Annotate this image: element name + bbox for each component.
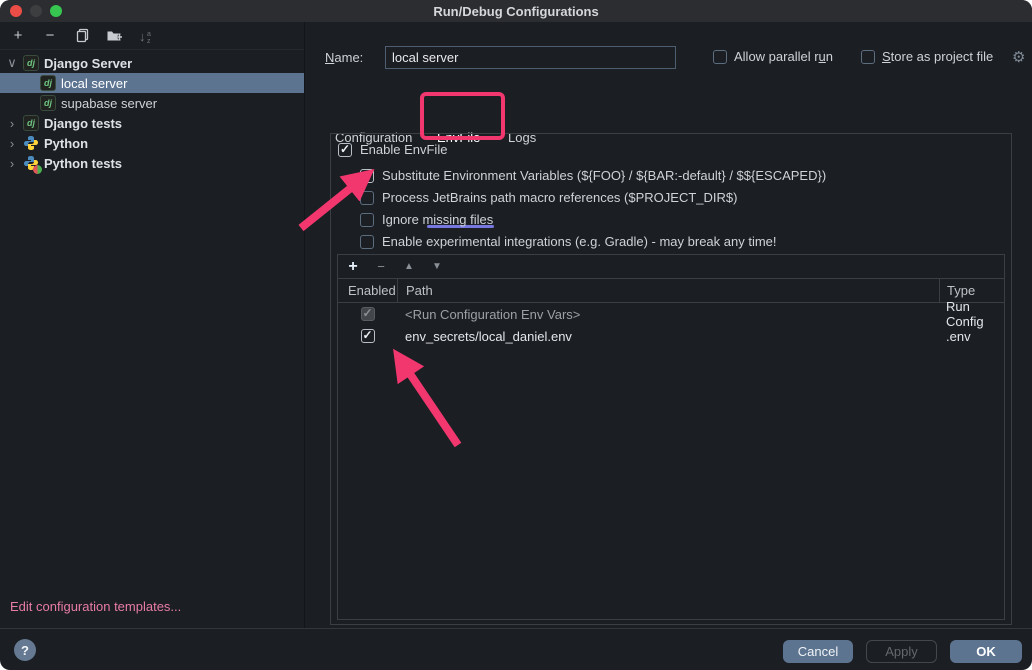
tree-item-django-server[interactable]: ∨ dj Django Server bbox=[0, 53, 304, 73]
allow-parallel-run-checkbox[interactable] bbox=[713, 50, 727, 64]
run-debug-configurations-dialog: Run/Debug Configurations + − ↓az ∨ dj Dj… bbox=[0, 0, 1032, 670]
tree-item-django-tests[interactable]: › dj Django tests bbox=[0, 113, 304, 133]
move-down-icon[interactable]: ▼ bbox=[430, 261, 444, 272]
name-label: Name: bbox=[325, 50, 363, 65]
window-title: Run/Debug Configurations bbox=[433, 4, 598, 19]
tree-item-local-server[interactable]: dj local server bbox=[0, 73, 304, 93]
tree-item-python[interactable]: › Python bbox=[0, 133, 304, 153]
edit-configuration-templates-link[interactable]: Edit configuration templates... bbox=[10, 599, 181, 614]
envfile-tab-panel: Enable EnvFile Substitute Environment Va… bbox=[330, 133, 1012, 625]
experimental-integrations-option[interactable]: Enable experimental integrations (e.g. G… bbox=[360, 234, 777, 249]
process-path-macro-option[interactable]: Process JetBrains path macro references … bbox=[360, 190, 737, 205]
process-path-macro-checkbox[interactable] bbox=[360, 191, 374, 205]
store-options-gear-icon[interactable]: ⚙ bbox=[1012, 48, 1025, 66]
env-files-table: + − ▲ ▼ Enabled Path Type <Run Configura… bbox=[337, 254, 1005, 620]
python-icon bbox=[23, 135, 39, 151]
name-row: Name: Allow parallel run Store as projec… bbox=[305, 46, 1032, 70]
close-window-button[interactable] bbox=[10, 5, 22, 17]
minimize-window-button[interactable] bbox=[30, 5, 42, 17]
row-type: .env bbox=[939, 325, 1004, 347]
allow-parallel-run-label: Allow parallel run bbox=[734, 49, 833, 64]
store-as-project-file-checkbox[interactable] bbox=[861, 50, 875, 64]
dialog-footer: ? Cancel Apply OK bbox=[0, 628, 1032, 670]
django-icon: dj bbox=[40, 95, 56, 111]
traffic-lights bbox=[10, 5, 62, 17]
table-row[interactable]: env_secrets/local_daniel.env .env bbox=[338, 325, 1004, 347]
svg-text:↓: ↓ bbox=[139, 29, 146, 44]
move-up-icon[interactable]: ▲ bbox=[402, 261, 416, 272]
enable-envfile-checkbox[interactable] bbox=[338, 143, 352, 157]
substitute-env-vars-checkbox[interactable] bbox=[360, 169, 374, 183]
django-tests-icon: dj bbox=[23, 115, 39, 131]
row-enabled-checkbox[interactable] bbox=[361, 329, 375, 343]
cancel-button[interactable]: Cancel bbox=[783, 640, 853, 663]
ignore-missing-files-checkbox[interactable] bbox=[360, 213, 374, 227]
chevron-right-icon[interactable]: › bbox=[6, 156, 18, 171]
remove-configuration-icon[interactable]: − bbox=[40, 26, 60, 46]
name-input[interactable] bbox=[385, 46, 676, 69]
table-header: Enabled Path Type bbox=[338, 279, 1004, 303]
sort-configurations-icon[interactable]: ↓az bbox=[136, 26, 156, 46]
ignore-missing-files-option[interactable]: Ignore missing files bbox=[360, 212, 493, 227]
python-tests-icon bbox=[23, 155, 39, 171]
configurations-sidebar: + − ↓az ∨ dj Django Server dj local serv… bbox=[0, 22, 305, 628]
django-icon: dj bbox=[40, 75, 56, 91]
experimental-integrations-checkbox[interactable] bbox=[360, 235, 374, 249]
allow-parallel-run-option[interactable]: Allow parallel run bbox=[713, 49, 833, 64]
enable-envfile-option[interactable]: Enable EnvFile bbox=[338, 142, 447, 157]
store-as-project-file-option[interactable]: Store as project file bbox=[861, 49, 993, 64]
chevron-right-icon[interactable]: › bbox=[6, 116, 18, 131]
chevron-right-icon[interactable]: › bbox=[6, 136, 18, 151]
row-path: <Run Configuration Env Vars> bbox=[397, 303, 939, 325]
title-bar: Run/Debug Configurations bbox=[0, 0, 1032, 22]
add-configuration-icon[interactable]: + bbox=[8, 26, 28, 46]
column-header-enabled[interactable]: Enabled bbox=[338, 283, 397, 298]
row-path: env_secrets/local_daniel.env bbox=[397, 325, 939, 347]
help-button[interactable]: ? bbox=[14, 639, 36, 661]
row-type: Run Config bbox=[939, 303, 1004, 325]
apply-button[interactable]: Apply bbox=[866, 640, 937, 663]
substitute-env-vars-option[interactable]: Substitute Environment Variables (${FOO}… bbox=[360, 168, 826, 183]
ok-button[interactable]: OK bbox=[950, 640, 1022, 663]
add-env-file-icon[interactable]: + bbox=[346, 258, 360, 276]
table-row[interactable]: <Run Configuration Env Vars> Run Config bbox=[338, 303, 1004, 325]
tree-item-supabase-server[interactable]: dj supabase server bbox=[0, 93, 304, 113]
remove-env-file-icon[interactable]: − bbox=[374, 259, 388, 274]
zoom-window-button[interactable] bbox=[50, 5, 62, 17]
chevron-down-icon[interactable]: ∨ bbox=[6, 55, 18, 71]
sidebar-toolbar: + − ↓az bbox=[0, 22, 304, 50]
django-icon: dj bbox=[23, 55, 39, 71]
new-folder-icon[interactable] bbox=[104, 26, 124, 46]
configurations-tree: ∨ dj Django Server dj local server dj su… bbox=[0, 50, 304, 173]
table-toolbar: + − ▲ ▼ bbox=[338, 255, 1004, 279]
svg-text:a: a bbox=[147, 31, 151, 38]
store-as-project-file-label: Store as project file bbox=[882, 49, 993, 64]
column-header-path[interactable]: Path bbox=[397, 279, 939, 302]
tree-item-python-tests[interactable]: › Python tests bbox=[0, 153, 304, 173]
copy-configuration-icon[interactable] bbox=[72, 26, 92, 46]
row-enabled-checkbox bbox=[361, 307, 375, 321]
main-panel: Name: Allow parallel run Store as projec… bbox=[305, 22, 1032, 628]
svg-text:z: z bbox=[147, 38, 151, 44]
